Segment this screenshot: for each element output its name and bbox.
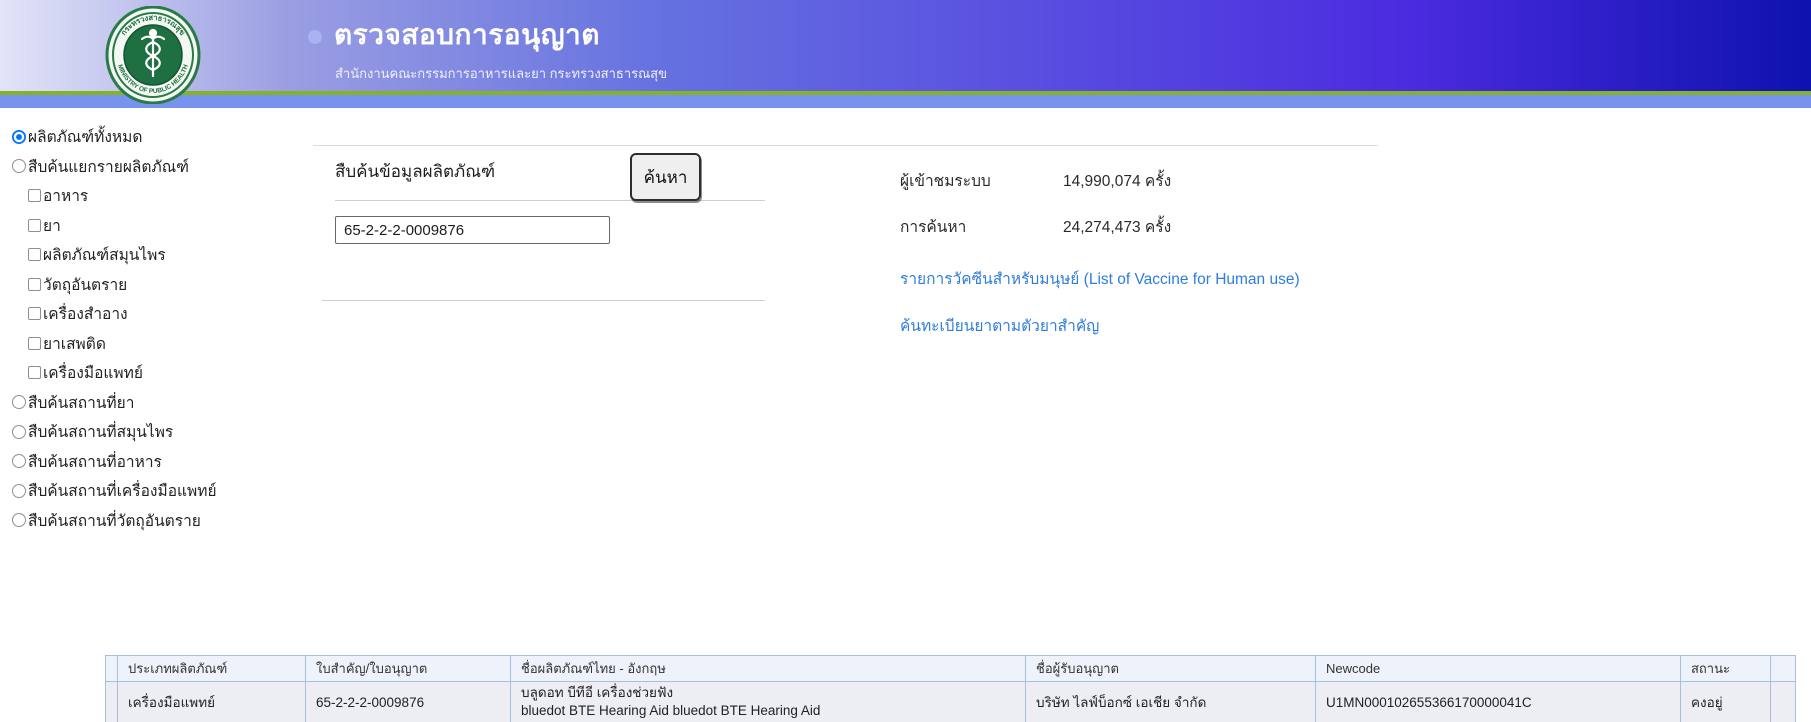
section-divider [313,145,1378,146]
sidebar-item-label: สืบค้นสถานที่สมุนไพร [28,424,174,442]
sidebar-item-5[interactable]: วัตถุอันตราย [12,270,287,300]
sidebar-item-8[interactable]: เครื่องมือแพทย์ [12,358,287,388]
sidebar-item-label: วัตถุอันตราย [43,276,128,294]
checkbox-icon[interactable] [28,248,41,262]
radio-icon[interactable] [12,395,26,410]
moph-logo: กระทรวงสาธารณสุข MINISTRY OF PUBLIC HEAL… [104,5,202,105]
sidebar-item-13[interactable]: สืบค้นสถานที่วัตถุอันตราย [12,506,287,536]
cell-spacer-right [1770,680,1796,722]
radio-icon[interactable] [12,424,26,439]
search-section-underline [322,300,765,301]
sidebar-item-7[interactable]: ยาเสพติด [12,329,287,359]
radio-icon[interactable] [12,159,26,174]
checkbox-icon[interactable] [28,189,41,203]
sidebar-item-3[interactable]: ยา [12,211,287,241]
visitors-label: ผู้เข้าชมระบบ [900,173,991,190]
radio-icon[interactable] [12,129,26,144]
search-count-label: การค้นหา [900,219,967,236]
col-product-type: ประเภทผลิตภัณฑ์ [117,655,306,682]
sidebar-item-label: สืบค้นสถานที่วัตถุอันตราย [28,512,201,530]
radio-icon[interactable] [12,483,26,498]
col-product-name: ชื่อผลิตภัณฑ์ไทย - อังกฤษ [510,655,1026,682]
sidebar-item-12[interactable]: สืบค้นสถานที่เครื่องมือแพทย์ [12,476,287,506]
drug-registry-link[interactable]: ค้นทะเบียนยาตามตัวยาสำคัญ [900,313,1099,338]
sidebar-item-label: เครื่องมือแพทย์ [43,365,143,383]
col-newcode: Newcode [1315,655,1681,682]
sidebar-item-label: สืบค้นแยกรายผลิตภัณฑ์ [28,158,189,176]
results-table: ประเภทผลิตภัณฑ์ ใบสำคัญ/ใบอนุญาต ชื่อผลิ… [105,655,1796,722]
checkbox-icon[interactable] [28,366,41,380]
sidebar-item-label: สืบค้นสถานที่อาหาร [28,453,162,471]
radio-icon[interactable] [12,454,26,469]
checkbox-icon[interactable] [28,218,41,232]
sidebar-item-label: สืบค้นสถานที่เครื่องมือแพทย์ [28,483,217,501]
page-subtitle: สำนักงานคณะกรรมการอาหารและยา กระทรวงสาธา… [335,66,668,81]
cell-newcode: U1MN000102655366170000041C [1315,680,1681,722]
sidebar-item-2[interactable]: อาหาร [12,181,287,211]
checkbox-icon[interactable] [28,277,41,291]
cell-product-name: บลูดอท บีทีอี เครื่องช่วยฟัง bluedot BTE… [510,680,1026,722]
col-status: สถานะ [1680,655,1771,682]
sidebar-item-6[interactable]: เครื่องสำอาง [12,299,287,329]
cell-license-no: 65-2-2-2-0009876 [305,680,511,722]
visitors-value: 14,990,074 ครั้ง [1063,173,1172,190]
blue-divider [0,95,1811,108]
checkbox-icon[interactable] [28,336,41,350]
cell-status: คงอยู่ [1680,680,1771,722]
sidebar-item-label: ยาเสพติด [43,335,106,353]
sidebar-item-label: ยา [43,217,61,235]
search-label: สืบค้นข้อมูลผลิตภัณฑ์ [335,162,496,181]
sidebar: ผลิตภัณฑ์ทั้งหมดสืบค้นแยกรายผลิตภัณฑ์อาห… [12,122,287,535]
table-row[interactable]: เครื่องมือแพทย์ 65-2-2-2-0009876 บลูดอท … [105,680,1796,722]
title-bullet-icon [308,30,322,44]
search-button[interactable]: ค้นหา [630,153,701,201]
cell-product-type: เครื่องมือแพทย์ [117,680,306,722]
sidebar-item-11[interactable]: สืบค้นสถานที่อาหาร [12,447,287,477]
product-name-th: บลูดอท บีทีอี เครื่องช่วยฟัง [521,685,674,700]
radio-icon[interactable] [12,513,26,528]
sidebar-item-9[interactable]: สืบค้นสถานที่ยา [12,388,287,418]
moph-seal-icon: กระทรวงสาธารณสุข MINISTRY OF PUBLIC HEAL… [105,5,201,105]
page-title: ตรวจสอบการอนุญาต [334,19,600,50]
page: กระทรวงสาธารณสุข MINISTRY OF PUBLIC HEAL… [0,0,1811,722]
search-count-value: 24,274,473 ครั้ง [1063,219,1172,236]
sidebar-item-4[interactable]: ผลิตภัณฑ์สมุนไพร [12,240,287,270]
sidebar-item-label: ผลิตภัณฑ์ทั้งหมด [28,129,143,147]
cell-spacer-left [105,680,118,722]
header-spacer-right [1770,655,1796,682]
sidebar-item-10[interactable]: สืบค้นสถานที่สมุนไพร [12,417,287,447]
sidebar-item-label: อาหาร [43,188,89,206]
col-license-no: ใบสำคัญ/ใบอนุญาต [305,655,511,682]
vaccine-list-link[interactable]: รายการวัคซีนสำหรับมนุษย์ (List of Vaccin… [900,266,1300,291]
table-header-row: ประเภทผลิตภัณฑ์ ใบสำคัญ/ใบอนุญาต ชื่อผลิ… [105,655,1796,682]
checkbox-icon[interactable] [28,307,41,321]
sidebar-item-label: สืบค้นสถานที่ยา [28,394,135,412]
product-name-en: bluedot BTE Hearing Aid bluedot BTE Hear… [521,703,821,719]
col-licensee: ชื่อผู้รับอนุญาต [1025,655,1316,682]
cell-licensee: บริษัท ไลฟ์บ็อกซ์ เอเชีย จำกัด [1025,680,1316,722]
sidebar-item-1[interactable]: สืบค้นแยกรายผลิตภัณฑ์ [12,152,287,182]
app-header [0,0,1811,91]
search-input[interactable] [335,216,610,244]
header-spacer-left [105,655,118,682]
sidebar-item-label: เครื่องสำอาง [43,306,128,324]
sidebar-item-0[interactable]: ผลิตภัณฑ์ทั้งหมด [12,122,287,152]
search-label-underline [335,200,765,201]
sidebar-item-label: ผลิตภัณฑ์สมุนไพร [43,247,166,265]
